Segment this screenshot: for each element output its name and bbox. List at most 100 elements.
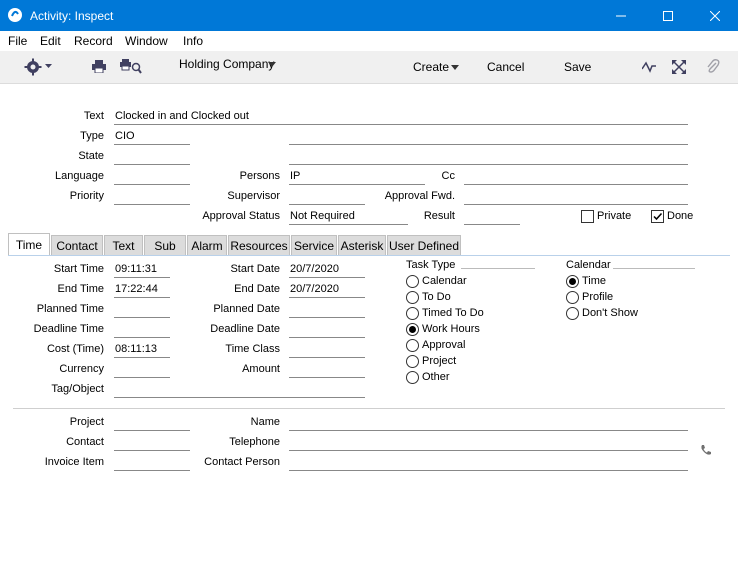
task-type-radio[interactable]: [406, 307, 419, 320]
name-label: Name: [250, 416, 280, 428]
task-type-radio[interactable]: [406, 291, 419, 304]
section-divider: [13, 408, 725, 409]
start-time-field[interactable]: 09:11:31: [114, 263, 170, 278]
menu-info[interactable]: Info: [183, 34, 203, 48]
task-type-radio[interactable]: [406, 339, 419, 352]
tab-alarm[interactable]: Alarm: [187, 235, 227, 255]
end-date-label: End Date: [234, 283, 280, 295]
task-type-label: Task Type: [406, 259, 456, 271]
company-selector[interactable]: Holding Company: [179, 57, 274, 71]
priority-label: Priority: [69, 190, 104, 202]
start-date-label: Start Date: [230, 263, 280, 275]
supervisor-field[interactable]: [289, 190, 365, 205]
type-field[interactable]: CIO: [114, 130, 190, 145]
end-time-label: End Time: [57, 283, 104, 295]
tab-user-defined[interactable]: User Defined: [387, 235, 461, 255]
calendar-label: Calendar: [566, 259, 611, 271]
task-type-radio[interactable]: [406, 371, 419, 384]
task-type-radio[interactable]: [406, 323, 419, 336]
end-time-field[interactable]: 17:22:44: [114, 283, 170, 298]
deadline-time-label: Deadline Time: [33, 323, 104, 335]
title-bar: Activity: Inspect: [0, 0, 738, 31]
telephone-field[interactable]: [289, 436, 688, 451]
menu-record[interactable]: Record: [74, 34, 113, 48]
state-field[interactable]: [114, 150, 190, 165]
create-button[interactable]: Create: [413, 60, 449, 74]
calendar-radio[interactable]: [566, 275, 579, 288]
cost-time-field[interactable]: 08:11:13: [114, 343, 170, 358]
calendar-rule: [613, 268, 695, 269]
planned-date-field[interactable]: [289, 303, 365, 318]
menu-edit[interactable]: Edit: [40, 34, 61, 48]
menu-file[interactable]: File: [8, 34, 27, 48]
tab-sub[interactable]: Sub: [144, 235, 186, 255]
tag-object-field[interactable]: [114, 383, 365, 398]
language-field[interactable]: [114, 170, 190, 185]
project-label: Project: [69, 416, 104, 428]
activity-icon[interactable]: [642, 60, 656, 74]
contact-person-label: Contact Person: [204, 456, 280, 468]
result-field[interactable]: [464, 210, 520, 225]
cancel-button[interactable]: Cancel: [487, 60, 524, 74]
start-date-field[interactable]: 20/7/2020: [289, 263, 365, 278]
expand-icon[interactable]: [672, 60, 686, 74]
task-type-option-label: Other: [422, 371, 450, 383]
persons-field[interactable]: IP: [289, 170, 425, 185]
minimize-button[interactable]: [598, 0, 644, 31]
name-field[interactable]: [289, 416, 688, 431]
cc-field[interactable]: [464, 170, 688, 185]
type-description-field: [289, 130, 688, 145]
time-class-field[interactable]: [289, 343, 365, 358]
window-title: Activity: Inspect: [30, 9, 114, 23]
calendar-radio[interactable]: [566, 307, 579, 320]
amount-field[interactable]: [289, 363, 365, 378]
planned-time-field[interactable]: [114, 303, 170, 318]
task-type-option-label: Calendar: [422, 275, 467, 287]
paperclip-icon[interactable]: [706, 59, 720, 75]
cost-time-label: Cost (Time): [46, 343, 104, 355]
tab-text[interactable]: Text: [104, 235, 143, 255]
approval-fwd-field[interactable]: [464, 190, 688, 205]
search-print-icon[interactable]: [120, 59, 142, 74]
contact-person-field[interactable]: [289, 456, 688, 471]
create-chevron-icon[interactable]: [451, 65, 459, 70]
contact-field[interactable]: [114, 436, 190, 451]
tab-service[interactable]: Service: [291, 235, 337, 255]
text-field[interactable]: Clocked in and Clocked out: [114, 110, 688, 125]
project-field[interactable]: [114, 416, 190, 431]
minimize-icon: [616, 15, 626, 16]
end-date-field[interactable]: 20/7/2020: [289, 283, 365, 298]
company-chevron-icon[interactable]: [268, 62, 276, 67]
settings-button[interactable]: [24, 58, 56, 76]
print-icon[interactable]: [92, 60, 106, 73]
tab-resources[interactable]: Resources: [228, 235, 290, 255]
phone-icon[interactable]: [700, 444, 712, 456]
maximize-button[interactable]: [645, 0, 691, 31]
calendar-option-label: Don't Show: [582, 307, 638, 319]
task-type-radio[interactable]: [406, 355, 419, 368]
menu-window[interactable]: Window: [125, 34, 168, 48]
save-button[interactable]: Save: [564, 60, 591, 74]
task-type-option-label: Approval: [422, 339, 466, 351]
approval-fwd-label: Approval Fwd.: [384, 190, 455, 202]
invoice-item-field[interactable]: [114, 456, 190, 471]
approval-status-field[interactable]: Not Required: [289, 210, 408, 225]
tab-contact[interactable]: Contact: [51, 235, 103, 255]
priority-field[interactable]: [114, 190, 190, 205]
done-checkbox[interactable]: [651, 210, 664, 223]
calendar-radio[interactable]: [566, 291, 579, 304]
tab-asterisk[interactable]: Asterisk: [338, 235, 386, 255]
deadline-date-field[interactable]: [289, 323, 365, 338]
deadline-time-field[interactable]: [114, 323, 170, 338]
task-type-radio[interactable]: [406, 275, 419, 288]
tab-time[interactable]: Time: [8, 233, 50, 256]
start-time-label: Start Time: [53, 263, 104, 275]
private-checkbox[interactable]: [581, 210, 594, 223]
close-button[interactable]: [692, 0, 738, 31]
contact-label: Contact: [66, 436, 104, 448]
checkmark-icon: [653, 212, 663, 221]
currency-field[interactable]: [114, 363, 170, 378]
close-icon: [710, 10, 720, 21]
currency-label: Currency: [59, 363, 104, 375]
persons-label: Persons: [239, 170, 280, 182]
